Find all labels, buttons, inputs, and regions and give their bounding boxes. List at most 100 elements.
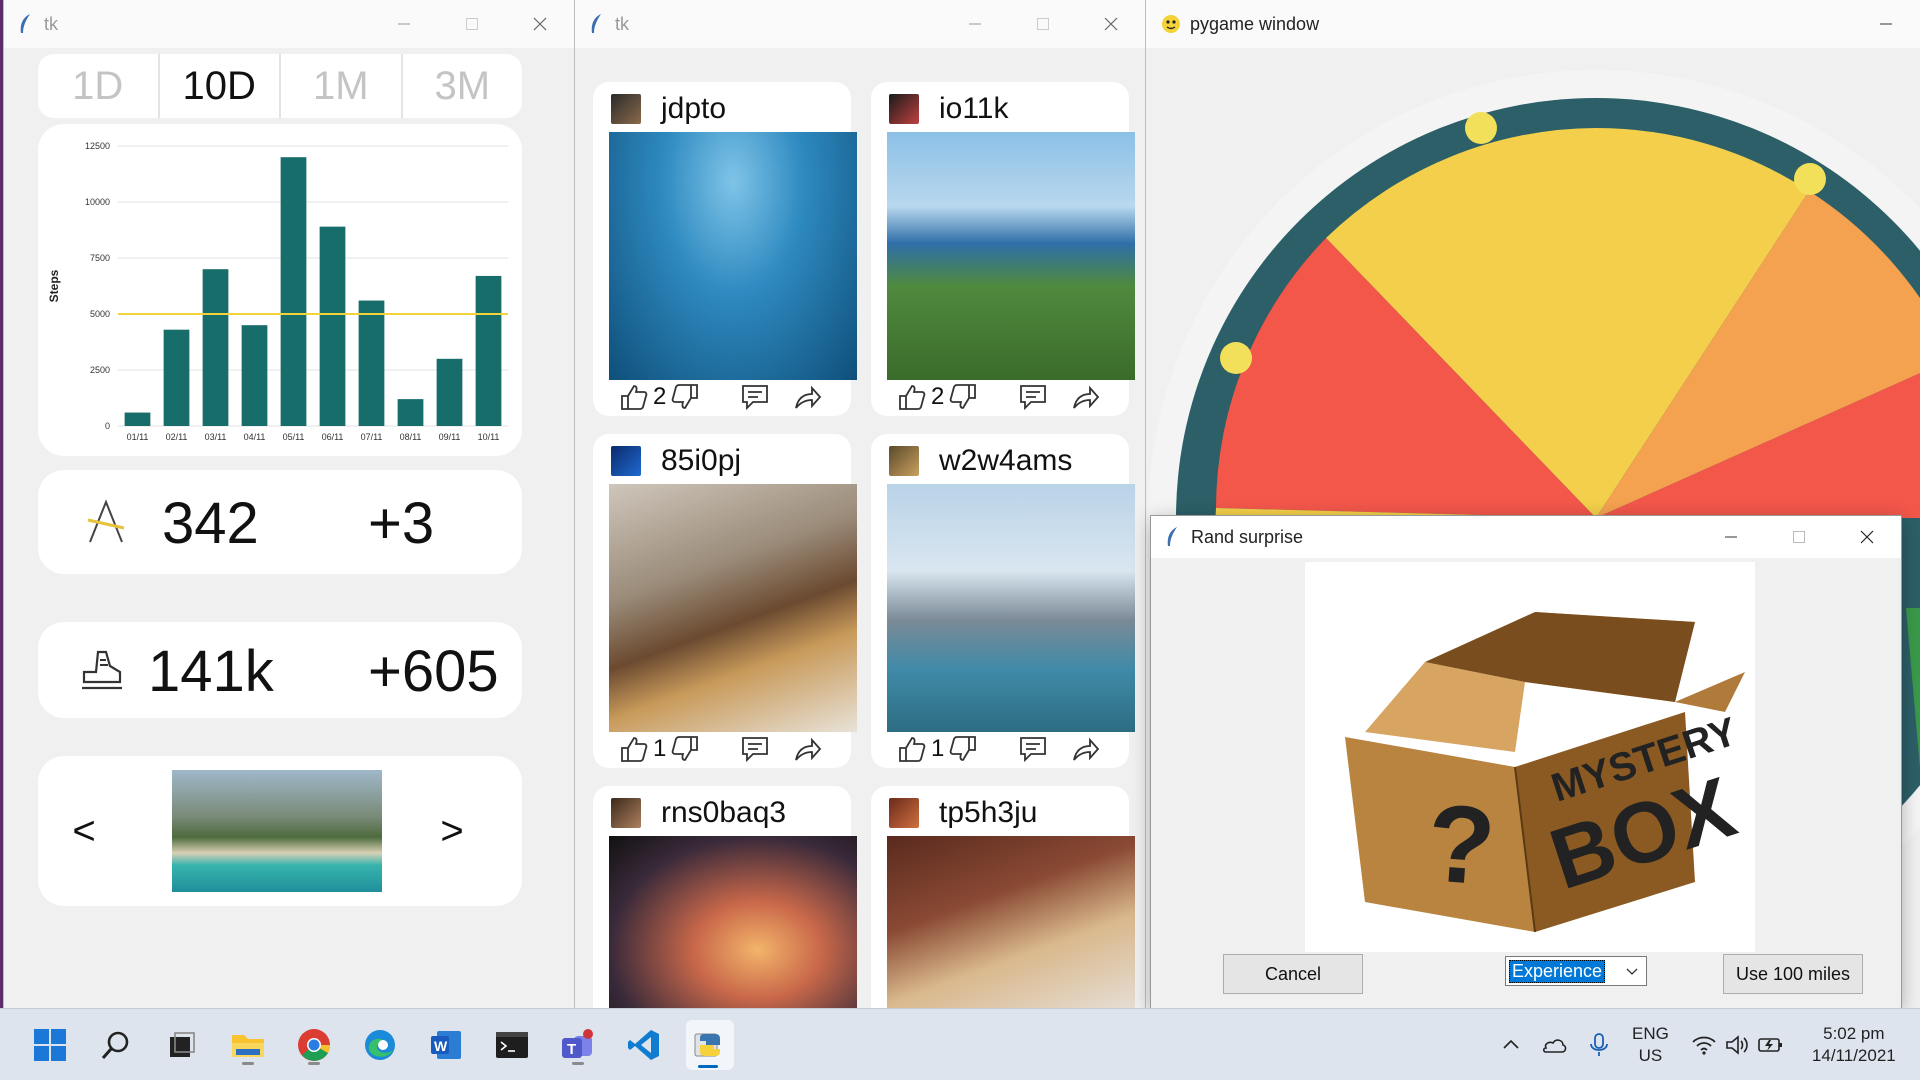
task-view-button[interactable] — [160, 1023, 204, 1067]
username[interactable]: jdpto — [661, 92, 726, 126]
cancel-button[interactable]: Cancel — [1223, 954, 1363, 994]
taskbar-file-explorer[interactable] — [226, 1023, 270, 1067]
chart-bar — [163, 329, 190, 426]
taskbar-word[interactable]: W — [424, 1023, 468, 1067]
close-button[interactable] — [506, 0, 574, 48]
share-icon[interactable] — [1070, 734, 1100, 764]
share-icon[interactable] — [1070, 382, 1100, 412]
minimize-button[interactable] — [941, 0, 1009, 48]
svg-text:W: W — [434, 1038, 448, 1054]
reward-type-select[interactable]: Experience — [1505, 956, 1647, 986]
search-button[interactable] — [94, 1023, 138, 1067]
taskbar-chrome[interactable] — [292, 1023, 336, 1067]
taskbar-vscode[interactable] — [622, 1023, 666, 1067]
comment-icon[interactable] — [740, 382, 770, 412]
onedrive-cloud-icon[interactable] — [1540, 1034, 1568, 1056]
start-button[interactable] — [28, 1023, 72, 1067]
avatar[interactable] — [611, 446, 641, 476]
titlebar[interactable]: Rand surprise — [1151, 516, 1901, 558]
minimize-icon — [1880, 23, 1892, 25]
avatar[interactable] — [889, 798, 919, 828]
close-icon — [533, 17, 547, 31]
close-icon — [1104, 17, 1118, 31]
wifi-icon[interactable] — [1691, 1034, 1717, 1056]
teams-icon: T — [562, 1029, 593, 1058]
tab-10d[interactable]: 10D — [160, 54, 281, 118]
minimize-button[interactable] — [370, 0, 438, 48]
taskbar-terminal[interactable] — [490, 1023, 534, 1067]
maximize-button[interactable] — [1765, 516, 1833, 558]
minimize-button[interactable] — [1697, 516, 1765, 558]
thumbs-up-icon[interactable] — [619, 734, 649, 764]
use-miles-button[interactable]: Use 100 miles — [1723, 954, 1863, 994]
post-image[interactable] — [609, 484, 857, 732]
chart-bar — [202, 269, 229, 426]
username[interactable]: w2w4ams — [939, 444, 1072, 478]
maximize-icon — [1037, 18, 1049, 30]
maximize-button[interactable] — [1009, 0, 1077, 48]
comment-icon[interactable] — [1018, 382, 1048, 412]
clock[interactable]: 5:02 pm 14/11/2021 — [1809, 1023, 1899, 1067]
taskbar-edge[interactable] — [358, 1023, 402, 1067]
post-card: rns0baq3 — [593, 786, 857, 1008]
thumbs-down-icon[interactable] — [948, 382, 978, 412]
thumbs-down-icon[interactable] — [670, 734, 700, 764]
comment-icon[interactable] — [1018, 734, 1048, 764]
language-code: ENG — [1632, 1024, 1669, 1043]
post-image[interactable] — [609, 836, 857, 1008]
thumbs-up-icon[interactable] — [897, 382, 927, 412]
mystery-box-image: ? MYSTERY BOX — [1305, 562, 1755, 952]
titlebar[interactable]: pygame window — [1146, 0, 1920, 48]
chevron-up-icon[interactable] — [1500, 1034, 1522, 1056]
taskbar-python[interactable] — [686, 1020, 734, 1070]
carousel-prev-button[interactable]: < — [64, 806, 104, 856]
username[interactable]: io11k — [939, 92, 1009, 126]
thumbs-up-icon[interactable] — [897, 734, 927, 764]
feather-icon — [20, 14, 30, 33]
taskbar-teams[interactable]: T — [556, 1023, 600, 1067]
maximize-icon — [466, 18, 478, 30]
post-image[interactable] — [887, 836, 1135, 1008]
avatar[interactable] — [889, 94, 919, 124]
photo-carousel-card: < > — [38, 756, 522, 906]
feather-icon — [591, 14, 601, 33]
avatar[interactable] — [611, 94, 641, 124]
avatar[interactable] — [889, 446, 919, 476]
tab-1m[interactable]: 1M — [281, 54, 403, 118]
share-icon[interactable] — [792, 382, 822, 412]
volume-icon[interactable] — [1725, 1034, 1749, 1056]
edge-icon — [365, 1030, 395, 1060]
share-icon[interactable] — [792, 734, 822, 764]
avatar[interactable] — [611, 798, 641, 828]
minimize-button[interactable] — [1852, 0, 1920, 48]
post-image[interactable] — [609, 132, 857, 380]
post-image[interactable] — [887, 132, 1135, 380]
window-title: tk — [44, 13, 59, 34]
elevation-card: 342 +3 — [38, 470, 522, 574]
username[interactable]: 85i0pj — [661, 444, 741, 478]
thumbs-up-icon[interactable] — [619, 382, 649, 412]
carousel-next-button[interactable]: > — [432, 806, 472, 856]
chart-bar — [397, 399, 424, 426]
titlebar[interactable]: tk — [575, 0, 1145, 48]
close-button[interactable] — [1833, 516, 1901, 558]
username[interactable]: tp5h3ju — [939, 796, 1037, 830]
post-card: io11k 2 — [871, 82, 1135, 416]
thumbs-down-icon[interactable] — [670, 382, 700, 412]
post-image[interactable] — [887, 484, 1135, 732]
language-indicator[interactable]: ENG US — [1632, 1023, 1669, 1067]
range-tabs: 1D 10D 1M 3M — [38, 54, 522, 118]
thumbs-down-icon[interactable] — [948, 734, 978, 764]
x-tick-label: 09/11 — [439, 432, 461, 442]
folder-icon — [232, 1035, 264, 1057]
comment-icon[interactable] — [740, 734, 770, 764]
tab-3m[interactable]: 3M — [403, 54, 523, 118]
microphone-icon[interactable] — [1588, 1032, 1610, 1058]
tab-1d[interactable]: 1D — [38, 54, 160, 118]
close-button[interactable] — [1077, 0, 1145, 48]
maximize-button[interactable] — [438, 0, 506, 48]
window-title: pygame window — [1190, 13, 1320, 34]
username[interactable]: rns0baq3 — [661, 796, 786, 830]
battery-icon[interactable] — [1757, 1034, 1785, 1056]
titlebar[interactable]: tk — [4, 0, 574, 48]
